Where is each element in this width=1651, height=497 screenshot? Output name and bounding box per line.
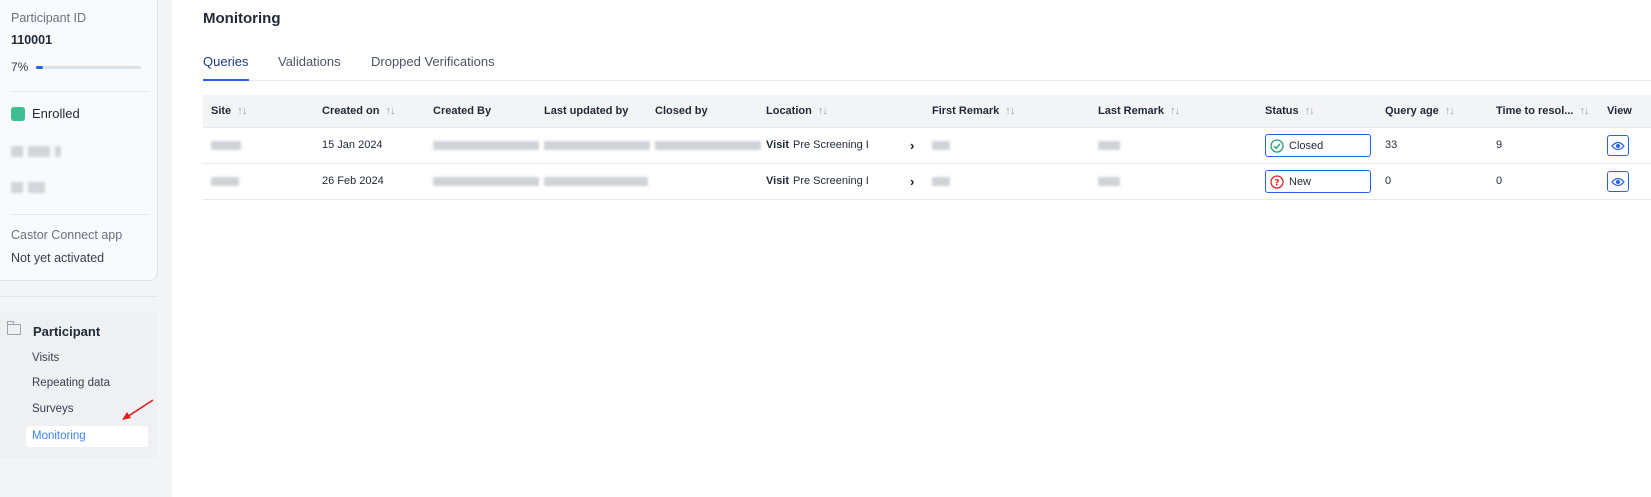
- table-row: 26 Feb 2024 Visit Pre Screening I › ? Ne…: [203, 164, 1651, 200]
- column-header-last-updated-by: Last updated by: [544, 105, 629, 117]
- check-circle-icon: [1270, 138, 1284, 153]
- red-arrow-icon: [122, 399, 154, 420]
- sort-arrows-icon[interactable]: ↑↓: [385, 105, 395, 117]
- table-header: Site ↑↓ Created on ↑↓ Created By Last upda…: [203, 95, 1651, 128]
- column-header-status[interactable]: Status ↑↓: [1265, 95, 1315, 127]
- divider: [11, 91, 149, 92]
- nav-item-visits[interactable]: Visits: [32, 352, 59, 364]
- left-panel: Participant ID 110001 7% Enrolled Castor…: [0, 0, 172, 497]
- redacted-created-by: [433, 141, 539, 150]
- column-header-query-age[interactable]: Query age ↑↓: [1385, 95, 1455, 127]
- cell-time-to-resolve: 0: [1496, 175, 1503, 187]
- redacted-site: [211, 141, 241, 150]
- redacted-last-updated-by: [544, 177, 648, 186]
- participant-id-value: 110001: [11, 33, 53, 47]
- participant-nav: Participant Visits Repeating data Survey…: [0, 312, 157, 458]
- app-status: Not yet activated: [11, 251, 105, 265]
- cell-created-on: 26 Feb 2024: [322, 175, 384, 187]
- page-title: Monitoring: [203, 10, 281, 27]
- nav-item-repeating-data[interactable]: Repeating data: [32, 377, 110, 389]
- tab-dropped-verifications[interactable]: Dropped Verifications: [371, 54, 495, 79]
- eye-icon: [1611, 141, 1625, 150]
- sort-arrows-icon[interactable]: ↑↓: [1005, 105, 1015, 117]
- status-indicator: [11, 106, 25, 121]
- divider: [11, 214, 149, 215]
- column-header-site[interactable]: Site ↑↓: [211, 95, 247, 127]
- column-header-last-remark[interactable]: Last Remark ↑↓: [1098, 95, 1180, 127]
- cell-location: Pre Screening I: [793, 175, 869, 187]
- nav-section-participant[interactable]: Participant: [7, 321, 101, 339]
- sort-arrows-icon[interactable]: ↑↓: [818, 105, 828, 117]
- sort-arrows-icon[interactable]: ↑↓: [1305, 105, 1315, 117]
- tab-bar: Queries Validations Dropped Verification…: [203, 54, 1651, 81]
- chevron-right-icon[interactable]: ›: [910, 164, 914, 199]
- redacted-field: [11, 146, 61, 157]
- sort-arrows-icon[interactable]: ↑↓: [1170, 105, 1180, 117]
- participant-id-label: Participant ID: [11, 11, 87, 25]
- redacted-site: [211, 177, 239, 186]
- column-header-created-on[interactable]: Created on ↑↓: [322, 95, 395, 127]
- redacted-last-remark: [1098, 177, 1120, 186]
- status-badge: ? New: [1265, 170, 1371, 193]
- column-header-created-by: Created By: [433, 105, 492, 117]
- chevron-right-icon[interactable]: ›: [910, 128, 914, 163]
- nav-item-surveys[interactable]: Surveys: [32, 403, 74, 415]
- cell-time-to-resolve: 9: [1496, 139, 1503, 151]
- redacted-last-remark: [1098, 141, 1120, 150]
- divider: [0, 296, 157, 297]
- column-header-location[interactable]: Location ↑↓: [766, 95, 828, 127]
- redacted-field: [11, 182, 45, 193]
- status-label: New: [1289, 175, 1312, 188]
- redacted-last-updated-by: [544, 141, 650, 150]
- nav-item-monitoring[interactable]: Monitoring: [26, 426, 148, 447]
- cell-location-prefix: Visit: [766, 139, 790, 151]
- view-button[interactable]: [1607, 171, 1629, 192]
- tab-queries[interactable]: Queries: [203, 54, 249, 81]
- question-circle-icon: ?: [1270, 174, 1284, 189]
- sort-arrows-icon[interactable]: ↑↓: [1445, 105, 1455, 117]
- progress-bar-fill: [36, 66, 44, 69]
- participant-status: Enrolled: [11, 106, 80, 121]
- svg-text:?: ?: [1274, 178, 1279, 188]
- view-button[interactable]: [1607, 135, 1629, 156]
- cell-location-prefix: Visit: [766, 175, 790, 187]
- column-header-time-to-resolve[interactable]: Time to resol... ↑↓: [1496, 95, 1589, 127]
- redacted-closed-by: [655, 141, 761, 150]
- tab-validations[interactable]: Validations: [278, 54, 341, 79]
- progress-percent: 7%: [11, 60, 29, 74]
- eye-icon: [1611, 177, 1625, 186]
- status-badge: Closed: [1265, 134, 1371, 157]
- column-header-view: View: [1607, 105, 1632, 117]
- app-label: Castor Connect app: [11, 228, 123, 242]
- redacted-first-remark: [932, 141, 950, 150]
- cell-query-age: 33: [1385, 139, 1398, 151]
- participant-status-label: Enrolled: [32, 106, 80, 121]
- redacted-created-by: [433, 177, 539, 186]
- cell-query-age: 0: [1385, 175, 1392, 187]
- redacted-first-remark: [932, 177, 950, 186]
- column-header-first-remark[interactable]: First Remark ↑↓: [932, 95, 1015, 127]
- cell-location: Pre Screening I: [793, 139, 869, 151]
- participant-card: Participant ID 110001 7% Enrolled Castor…: [0, 0, 158, 281]
- nav-section-label: Participant: [33, 324, 101, 339]
- status-label: Closed: [1289, 139, 1324, 152]
- column-header-closed-by: Closed by: [655, 105, 708, 117]
- cell-created-on: 15 Jan 2024: [322, 139, 383, 151]
- progress-bar: [36, 66, 141, 69]
- sort-arrows-icon[interactable]: ↑↓: [1579, 105, 1589, 117]
- sort-arrows-icon[interactable]: ↑↓: [237, 105, 247, 117]
- folder-icon: [7, 321, 21, 335]
- table-row: 15 Jan 2024 Visit Pre Screening I › Clos…: [203, 128, 1651, 164]
